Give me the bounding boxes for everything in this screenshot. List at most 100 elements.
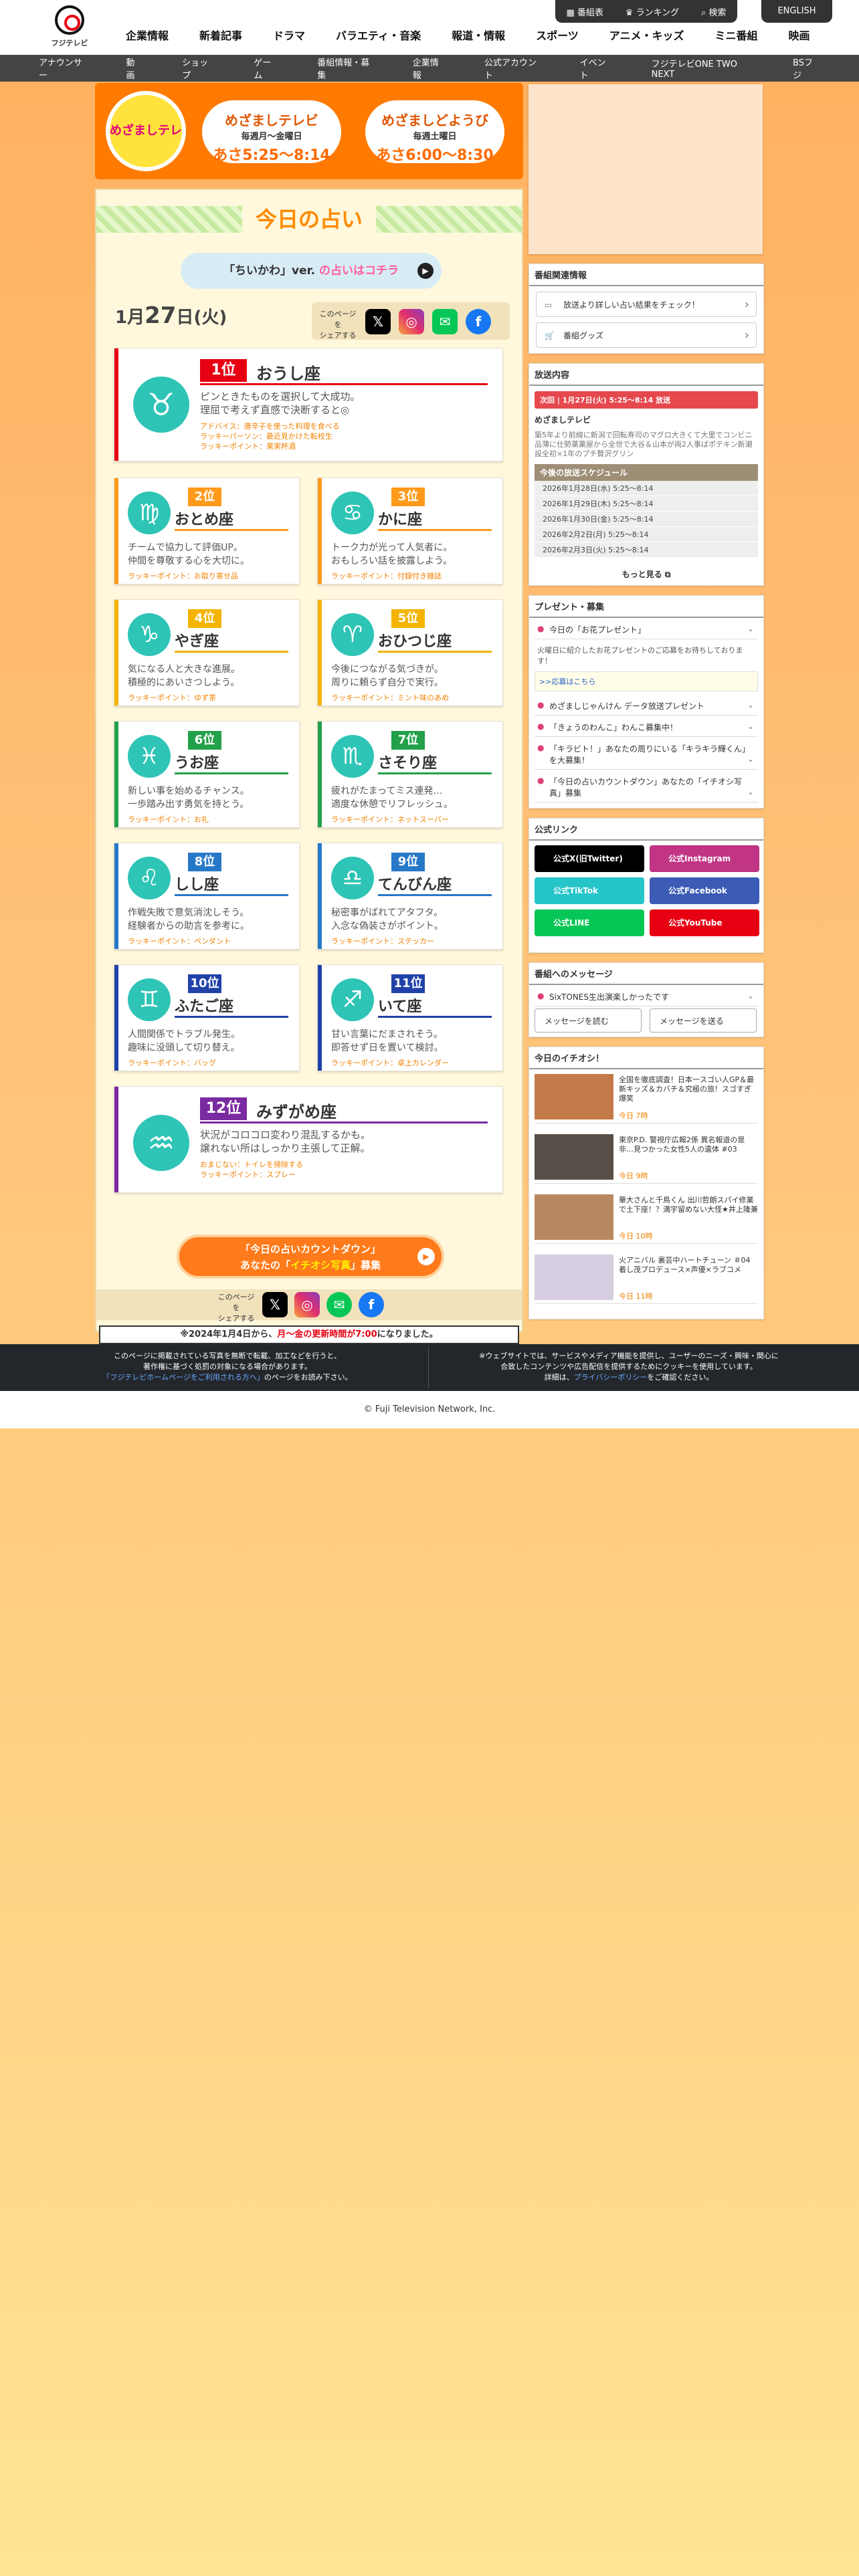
fortune-text: 人間関係でトラブル発生。 趣味に没頭して切り替え。 [128, 1029, 240, 1053]
present-item[interactable]: めざましじゃんけん データ放送プレゼント [535, 697, 758, 716]
message-topic[interactable]: SixTONES生出演楽しかったです [535, 988, 758, 1006]
ranking-button[interactable]: ♛ ランキング [626, 5, 679, 18]
next-broadcast: 次回 | 1月27日(火) 5:25〜8:14 放送 [535, 391, 758, 409]
goods-link[interactable]: 🛒 番組グッズ [536, 322, 757, 348]
lucky-point: ラッキーポイント：付録付き雑誌 [331, 572, 442, 580]
english-button[interactable]: ENGLISH [761, 0, 832, 23]
share-bar-top: このページを シェアする 𝕏 ◎ ✉ f [312, 302, 510, 340]
ichioshi-item[interactable]: 東京P.D. 警視庁広報2係 異名報道の是非…見つかった女性5人の遺体 #03 今… [535, 1132, 758, 1184]
official-line-button[interactable]: 公式LINE [535, 909, 644, 936]
apply-link[interactable]: >>応募はこちら [535, 671, 758, 691]
x-share-icon[interactable]: 𝕏 [262, 1292, 288, 1317]
fortune-text: 新しい事を始めるチャンス。 一歩踏み出す勇気を持とう。 [128, 786, 250, 810]
send-message-button[interactable]: メッセージを送る [650, 1008, 757, 1033]
subnav-official[interactable]: 公式アカウント [484, 56, 540, 81]
instagram-share-icon[interactable]: ◎ [399, 309, 424, 334]
ichioshi-item[interactable]: 華大さんと千鳥くん 出川哲朗スパイ修業で土下座！？満宇留めない大怪★井上隆兼 今日… [535, 1192, 758, 1244]
instagram-share-icon[interactable]: ◎ [294, 1292, 320, 1317]
zodiac-icon: ♌ [128, 857, 171, 899]
rank-badge: 5位 [391, 609, 425, 628]
subnav-program-info[interactable]: 番組情報・募集 [317, 56, 373, 81]
nav-movie[interactable]: 映画 [789, 27, 810, 43]
lucky-point: ラッキーポイント：果実杯酒 [200, 442, 296, 451]
main-column: めざましテレビ めざましテレビ毎週月〜金曜日あさ5:25〜8:14 めざましどよ… [95, 83, 523, 1344]
mezamashi-logo: めざましテレビ [106, 91, 186, 171]
rank-badge: 1位 [200, 359, 247, 382]
official-x-button[interactable]: 公式X(旧Twitter) [535, 845, 644, 872]
more-link[interactable]: もっと見る ⧉ [529, 563, 763, 585]
lucky-point: ラッキーポイント：ステッカー [331, 937, 434, 946]
subnav-corporate[interactable]: 企業情報 [413, 56, 444, 81]
privacy-link[interactable]: プライバシーポリシー [574, 1373, 648, 1382]
zodiac-icon: ♒ [133, 1115, 189, 1171]
fortune-card-10: ♊ 10位 ふたご座 人間関係でトラブル発生。 趣味に没頭して切り替え。 ラッキーポイン… [114, 964, 300, 1071]
related-info-box: 番組関連情報 ▭放送より詳しい占い結果をチェック！ 🛒番組グッズ [529, 263, 764, 354]
subnav-event[interactable]: イベント [579, 56, 611, 81]
fujitv-logo[interactable]: フジテレビ [48, 5, 91, 47]
fortune-text: 甘い言葉にだまされそう。 即答せず日を置いて検討。 [331, 1029, 444, 1053]
official-tiktok-button[interactable]: 公式TikTok [535, 877, 644, 904]
site-header: フジテレビ 企業情報 新着記事 ドラマ バラエティ・音楽 報道・情報 スポーツ … [0, 0, 859, 55]
subnav-game[interactable]: ゲーム [254, 56, 277, 81]
nav-news[interactable]: 新着記事 [199, 27, 242, 43]
broadcast-box: 放送内容 次回 | 1月27日(火) 5:25〜8:14 放送 めざましテレビ … [529, 363, 764, 586]
fortune-text: チームで協力して評価UP。 仲間を尊敬する心を大切に。 [128, 542, 250, 566]
zodiac-icon: ♏ [331, 735, 374, 778]
present-item[interactable]: 「キラビト！」あなたの周りにいる「キラキラ輝くん」を大募集！ [535, 740, 758, 770]
fortune-card-2: ♍ 2位 おとめ座 チームで協力して評価UP。 仲間を尊敬する心を大切に。 ラッキーポイ… [114, 477, 300, 584]
rank-badge: 10位 [188, 974, 221, 993]
schedule-list: 今後の放送スケジュール 2026年1月28日(水) 5:25〜8:14 2026… [535, 464, 758, 558]
search-button[interactable]: ⌕ 検索 [701, 5, 726, 18]
subnav-onetwonext[interactable]: フジテレビONE TWO NEXT [652, 57, 753, 80]
copyright: © Fuji Television Network, Inc. [0, 1391, 859, 1428]
x-share-icon[interactable]: 𝕏 [365, 309, 391, 334]
nav-mini[interactable]: ミニ番組 [714, 27, 757, 43]
zodiac-icon: ♉ [133, 377, 189, 433]
subnav-video[interactable]: 動画 [126, 56, 142, 81]
present-item[interactable]: 「きょうのわんこ」わんこ募集中！ [535, 718, 758, 737]
sign-name: おひつじ座 [378, 633, 452, 650]
fortune-card-6: ♓ 6位 うお座 新しい事を始めるチャンス。 一歩踏み出す勇気を持とう。 ラッキーポイン… [114, 721, 300, 828]
terms-link[interactable]: 「フジテレビホームページをご利用される方へ」 [102, 1373, 264, 1382]
facebook-share-icon[interactable]: f [359, 1292, 384, 1317]
countdown-photo-cta[interactable]: 「今日の占いカウントダウン」 あなたの「イチオシ写真」募集 ▶ [177, 1235, 444, 1279]
official-instagram-button[interactable]: 公式Instagram [650, 845, 759, 872]
ichioshi-item[interactable]: 全国を徹底調査！日本一スゴい人GP＆最新キッズ＆カバチ＆究極の旅！スゴすぎ爆笑今… [535, 1071, 758, 1123]
fortune-text: 秘密事がばれてアタフタ。 入念な偽装さがポイント。 [331, 907, 444, 932]
fortune-text: ピンときたものを選択して大成功。 理屈で考えず直感で決断すると◎ [200, 391, 361, 416]
line-share-icon[interactable]: ✉ [326, 1292, 352, 1317]
nav-info[interactable]: 報道・情報 [452, 27, 505, 43]
rank-badge: 11位 [391, 974, 425, 993]
official-youtube-button[interactable]: 公式YouTube [650, 909, 759, 936]
update-notice: ※2024年1月4日から、月〜金の更新時間が7:00になりました。 [99, 1325, 519, 1344]
read-message-button[interactable]: メッセージを読む [535, 1008, 642, 1033]
zodiac-icon: ♈ [331, 613, 374, 656]
present-box: プレゼント・募集 今日の「お花プレゼント」 火曜日に紹介したお花プレゼントのご応… [529, 595, 764, 809]
facebook-share-icon[interactable]: f [466, 309, 491, 334]
present-item[interactable]: 「今日の占いカウントダウン」あなたの「イチオシ写真」募集 [535, 772, 758, 802]
fortune-text: 今後につながる気づきが。 周りに頼らず自分で実行。 [331, 664, 444, 688]
chiikawa-link[interactable]: 「ちいかわ」ver. の占いはコチラ ▶ [181, 253, 442, 289]
subnav-announcer[interactable]: アナウンサー [39, 56, 86, 81]
detailed-result-link[interactable]: ▭ 放送より詳しい占い結果をチェック！ [536, 292, 757, 318]
fortune-card-12: ♒ 12位 みずがめ座 状況がコロコロ変わり混乱するかも。 譲れない所はしっかり主張し… [114, 1086, 503, 1193]
nav-variety[interactable]: バラエティ・音楽 [336, 27, 421, 43]
nav-drama[interactable]: ドラマ [273, 27, 305, 43]
line-share-icon[interactable]: ✉ [432, 309, 458, 334]
nav-company[interactable]: 企業情報 [126, 27, 169, 43]
lucky-point: ラッキーポイント：卓上カレンダー [331, 1059, 449, 1067]
ichioshi-item[interactable]: 火アニバル 裏芸中ハートチューン ＃04 着し茂プロデュース×声優×ラブコメ 今日… [535, 1252, 758, 1304]
subnav-bsfuji[interactable]: BSフジ [793, 56, 819, 81]
zodiac-icon: ♍ [128, 492, 171, 534]
nav-sports[interactable]: スポーツ [536, 27, 579, 43]
lucky-point: ラッキーポイント：ミント味のあめ [331, 693, 449, 702]
subnav-shop[interactable]: ショップ [182, 56, 213, 81]
tv-guide-button[interactable]: ▦ 番組表 [566, 5, 603, 18]
nav-anime[interactable]: アニメ・キッズ [609, 27, 684, 43]
fortune-panel: 今日の占い 「ちいかわ」ver. の占いはコチラ ▶ 1月27日(火) このページ… [95, 189, 523, 1344]
sign-name: ふたご座 [175, 998, 234, 1015]
present-item[interactable]: 今日の「お花プレゼント」 [535, 621, 758, 639]
official-facebook-button[interactable]: 公式Facebook [650, 877, 759, 904]
program-banner[interactable]: めざましテレビ めざましテレビ毎週月〜金曜日あさ5:25〜8:14 めざましどよ… [95, 83, 523, 179]
sign-name: かに座 [378, 512, 423, 528]
